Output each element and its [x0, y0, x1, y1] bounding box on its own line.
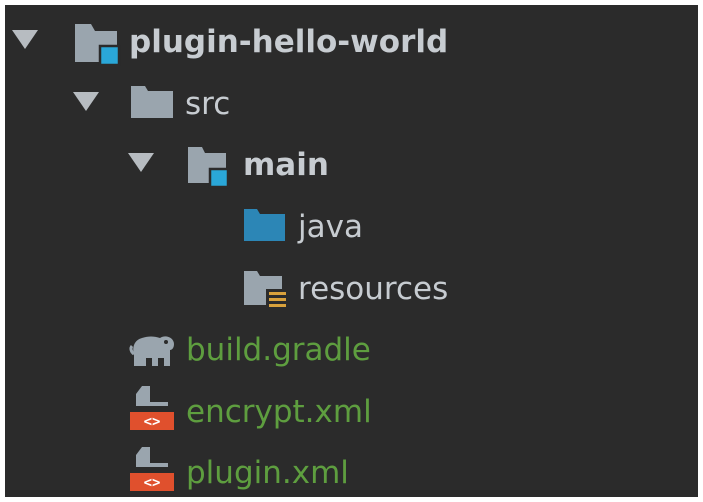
- expand-arrow-icon[interactable]: [12, 30, 38, 49]
- gradle-elephant-icon: [129, 336, 174, 366]
- svg-text:<>: <>: [144, 475, 161, 491]
- tree-item-label: encrypt.xml: [186, 394, 372, 430]
- tree-item-src[interactable]: src: [5, 72, 698, 130]
- tree-item-plugin-xml[interactable]: <> plugin.xml: [5, 441, 698, 497]
- java-source-root-icon: [244, 209, 285, 241]
- svg-text:<>: <>: [144, 414, 161, 430]
- tree-item-label: plugin.xml: [186, 455, 349, 491]
- tree-item-java[interactable]: java: [5, 195, 698, 253]
- tree-item-label: main: [243, 147, 329, 183]
- tree-item-label: plugin-hello-world: [129, 24, 449, 60]
- tree-item-plugin-hello-world[interactable]: plugin-hello-world: [5, 10, 698, 68]
- resources-root-icon: [244, 271, 288, 311]
- project-tree: plugin-hello-world src main java resourc…: [5, 5, 698, 497]
- tree-item-resources[interactable]: resources: [5, 257, 698, 315]
- source-folder-icon: [188, 147, 230, 189]
- tree-item-main[interactable]: main: [5, 133, 698, 191]
- tree-item-build-gradle[interactable]: build.gradle: [5, 318, 698, 376]
- tree-item-label: src: [185, 86, 231, 122]
- tree-item-encrypt-xml[interactable]: <> encrypt.xml: [5, 380, 698, 438]
- module-folder-icon: [75, 24, 121, 66]
- expand-arrow-icon[interactable]: [73, 92, 99, 111]
- xml-file-icon: <>: [130, 386, 174, 430]
- expand-arrow-icon[interactable]: [128, 153, 154, 172]
- tree-item-label: resources: [298, 271, 449, 307]
- tree-item-label: build.gradle: [186, 332, 371, 368]
- xml-file-icon: <>: [130, 447, 174, 491]
- folder-icon: [131, 86, 173, 118]
- tree-item-label: java: [298, 209, 363, 245]
